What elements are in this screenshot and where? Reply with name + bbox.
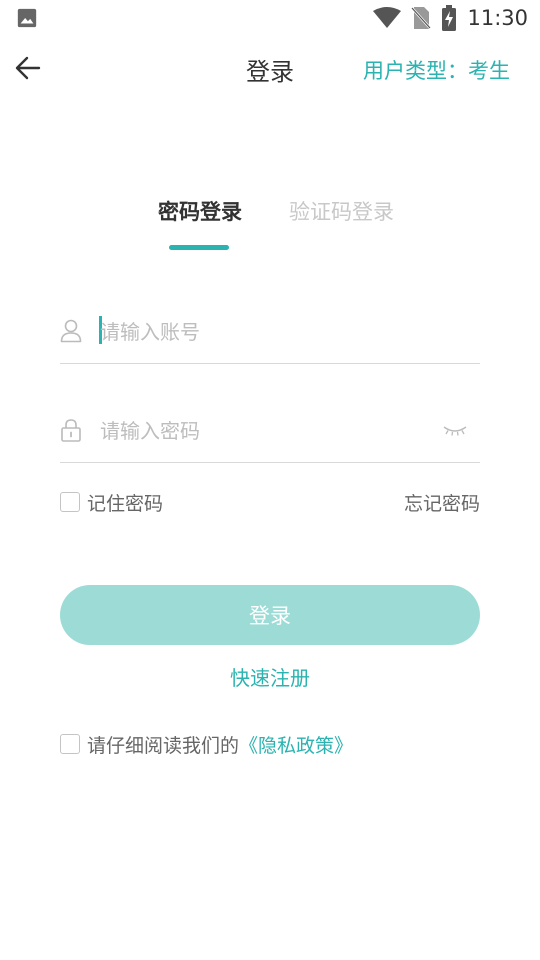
remember-password-checkbox[interactable]: [60, 492, 80, 512]
battery-charging-icon: [442, 5, 457, 31]
no-sim-icon: [411, 7, 432, 29]
account-input[interactable]: [100, 314, 430, 350]
status-bar: 11:30: [0, 0, 540, 36]
privacy-checkbox[interactable]: [60, 734, 80, 754]
privacy-prefix: 请仔细阅读我们的: [87, 735, 240, 757]
tab-code-login[interactable]: 验证码登录: [289, 196, 394, 226]
privacy-agreement: 请仔细阅读我们的《隐私政策》: [60, 730, 480, 760]
tab-password-login[interactable]: 密码登录: [158, 196, 242, 226]
login-button[interactable]: 登录: [60, 585, 480, 645]
eye-closed-icon[interactable]: [442, 421, 468, 439]
wifi-icon: [373, 7, 402, 28]
status-icons: 11:30: [373, 4, 528, 32]
tab-active-indicator: [169, 245, 229, 250]
forgot-password-link[interactable]: 忘记密码: [404, 489, 480, 516]
privacy-policy-link[interactable]: 《隐私政策》: [239, 735, 353, 757]
quick-register-link[interactable]: 快速注册: [0, 662, 540, 691]
remember-password-label[interactable]: 记住密码: [87, 489, 163, 516]
password-field: [60, 399, 480, 463]
account-field: [60, 300, 480, 364]
app-bar: 登录 用户类型：考生: [0, 36, 540, 100]
password-input[interactable]: [100, 413, 430, 449]
login-options: 记住密码 忘记密码: [60, 488, 480, 518]
login-tabs: 密码登录 验证码登录: [0, 196, 540, 256]
privacy-text: 请仔细阅读我们的《隐私政策》: [87, 731, 353, 758]
user-type-selector[interactable]: 用户类型：考生: [363, 55, 510, 85]
lock-icon: [61, 419, 81, 442]
status-time: 11:30: [467, 6, 528, 30]
image-icon: [17, 8, 37, 28]
user-icon: [60, 319, 82, 343]
